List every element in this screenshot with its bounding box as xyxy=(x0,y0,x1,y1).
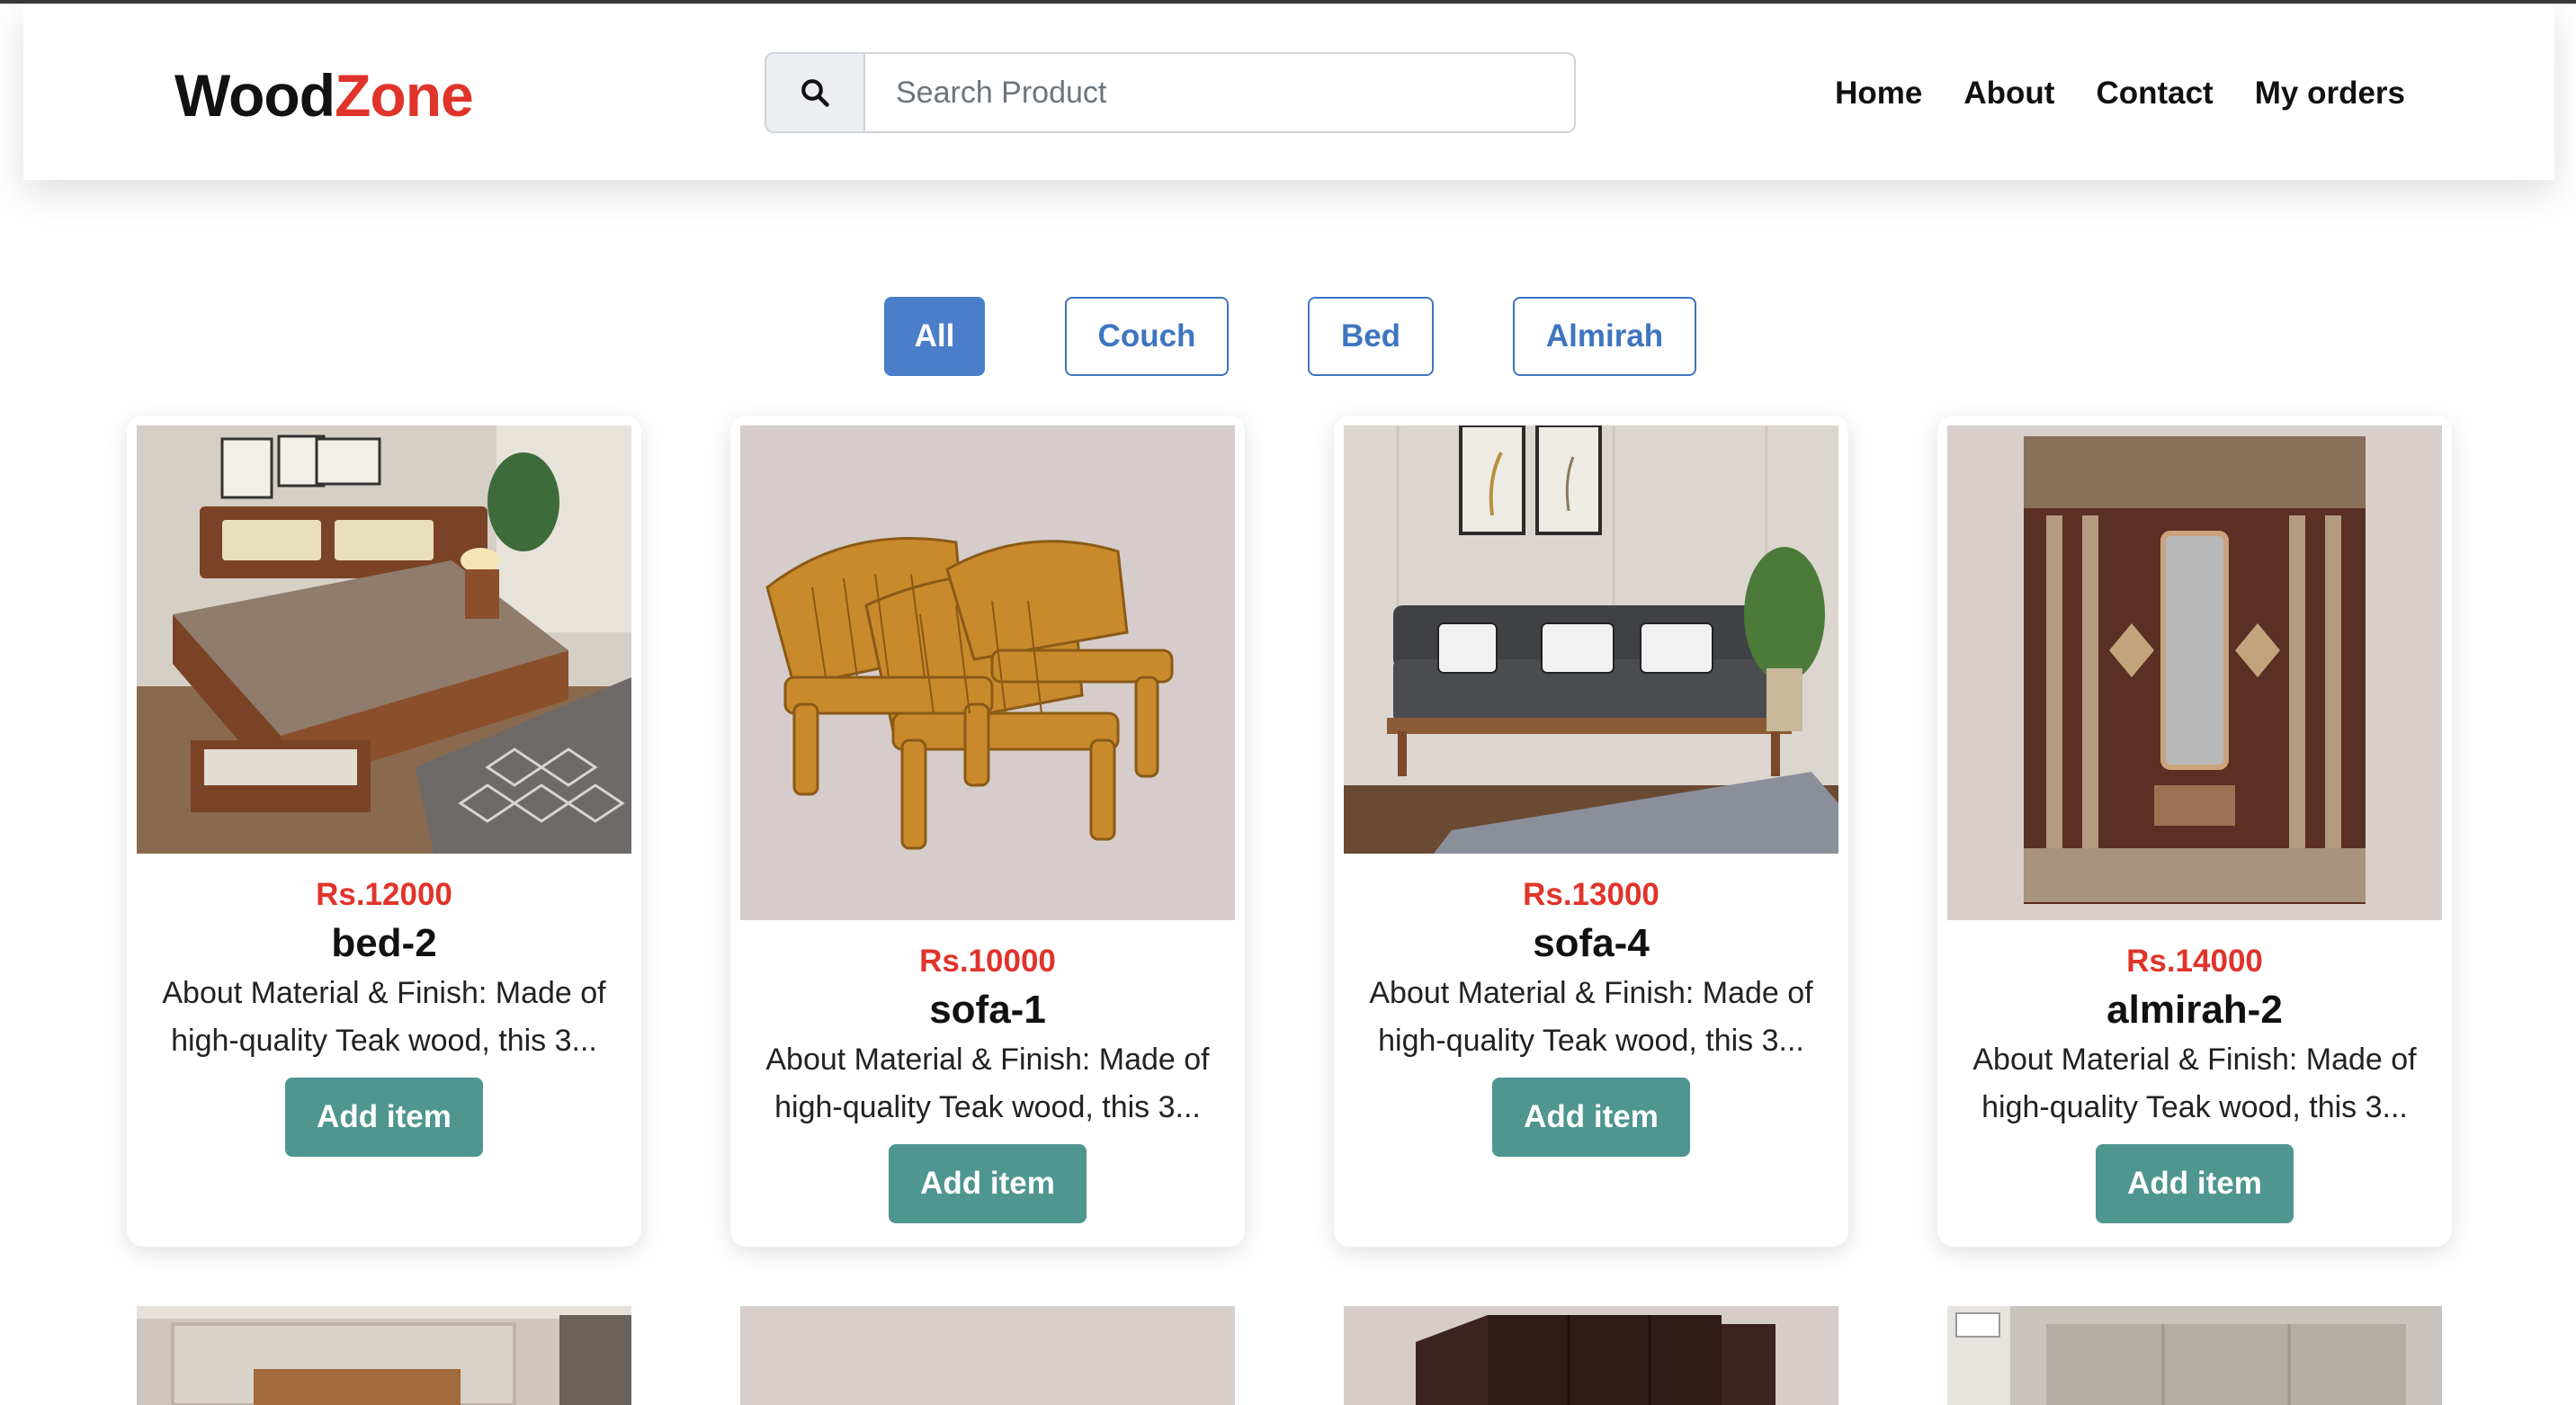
brand-name-part2: Zone xyxy=(335,62,474,129)
filter-almirah-button[interactable]: Almirah xyxy=(1513,297,1696,376)
product-card: Rs.10000 sofa-1 About Material & Finish:… xyxy=(730,416,1245,1247)
product-price: Rs.10000 xyxy=(919,944,1056,979)
product-title: almirah-2 xyxy=(2106,988,2283,1032)
product-price: Rs.12000 xyxy=(316,877,452,912)
product-image-sofa[interactable] xyxy=(1344,425,1838,854)
product-title: sofa-4 xyxy=(1533,921,1650,965)
product-image-partial[interactable] xyxy=(1344,1306,1838,1405)
product-description: About Material & Finish: Made of high-qu… xyxy=(1972,1043,2417,1124)
product-image-partial[interactable] xyxy=(740,1306,1235,1405)
filter-all-button[interactable]: All xyxy=(884,297,985,376)
product-price: Rs.14000 xyxy=(2126,944,2263,979)
product-info: Rs.12000 bed-2 About Material & Finish: … xyxy=(127,873,641,1157)
product-description: About Material & Finish: Made of high-qu… xyxy=(765,1043,1210,1124)
product-description: About Material & Finish: Made of high-qu… xyxy=(1369,976,1813,1058)
filter-couch-button[interactable]: Couch xyxy=(1065,297,1229,376)
product-image-partial[interactable] xyxy=(1947,1306,2442,1405)
product-info: Rs.13000 sofa-4 About Material & Finish:… xyxy=(1334,873,1848,1157)
category-filters: All Couch Bed Almirah xyxy=(0,297,2576,376)
nav-about-link[interactable]: About xyxy=(1963,68,2054,119)
product-card: Rs.12000 bed-2 About Material & Finish: … xyxy=(127,416,641,1247)
navbar: WoodZone Home About Contact My orders xyxy=(23,4,2554,180)
product-price: Rs.13000 xyxy=(1523,877,1659,912)
product-title: sofa-1 xyxy=(929,988,1046,1032)
brand-logo[interactable]: WoodZone xyxy=(174,59,474,131)
product-image-sofa[interactable] xyxy=(740,425,1235,920)
search-button[interactable] xyxy=(765,52,863,133)
product-image-partial[interactable] xyxy=(137,1306,631,1405)
product-image-bed[interactable] xyxy=(137,425,631,854)
brand-name-part1: Wood xyxy=(174,62,335,129)
main-nav: Home About Contact My orders xyxy=(1835,68,2405,119)
add-item-button[interactable]: Add item xyxy=(889,1144,1087,1223)
product-card: Rs.13000 sofa-4 About Material & Finish:… xyxy=(1334,416,1848,1247)
filter-bed-button[interactable]: Bed xyxy=(1308,297,1434,376)
product-card: Rs.14000 almirah-2 About Material & Fini… xyxy=(1937,416,2452,1247)
nav-home-link[interactable]: Home xyxy=(1835,68,1922,119)
nav-contact-link[interactable]: Contact xyxy=(2096,68,2213,119)
product-description: About Material & Finish: Made of high-qu… xyxy=(162,976,606,1058)
add-item-button[interactable]: Add item xyxy=(285,1078,483,1157)
nav-my-orders-link[interactable]: My orders xyxy=(2255,68,2405,119)
product-title: bed-2 xyxy=(331,921,437,965)
product-image-almirah[interactable] xyxy=(1947,425,2442,920)
search-icon xyxy=(801,79,829,107)
product-info: Rs.10000 sofa-1 About Material & Finish:… xyxy=(730,939,1245,1223)
add-item-button[interactable]: Add item xyxy=(1492,1078,1690,1157)
product-info: Rs.14000 almirah-2 About Material & Fini… xyxy=(1937,939,2452,1223)
search-input[interactable] xyxy=(863,52,1576,133)
search-bar xyxy=(765,52,1576,133)
add-item-button[interactable]: Add item xyxy=(2096,1144,2294,1223)
